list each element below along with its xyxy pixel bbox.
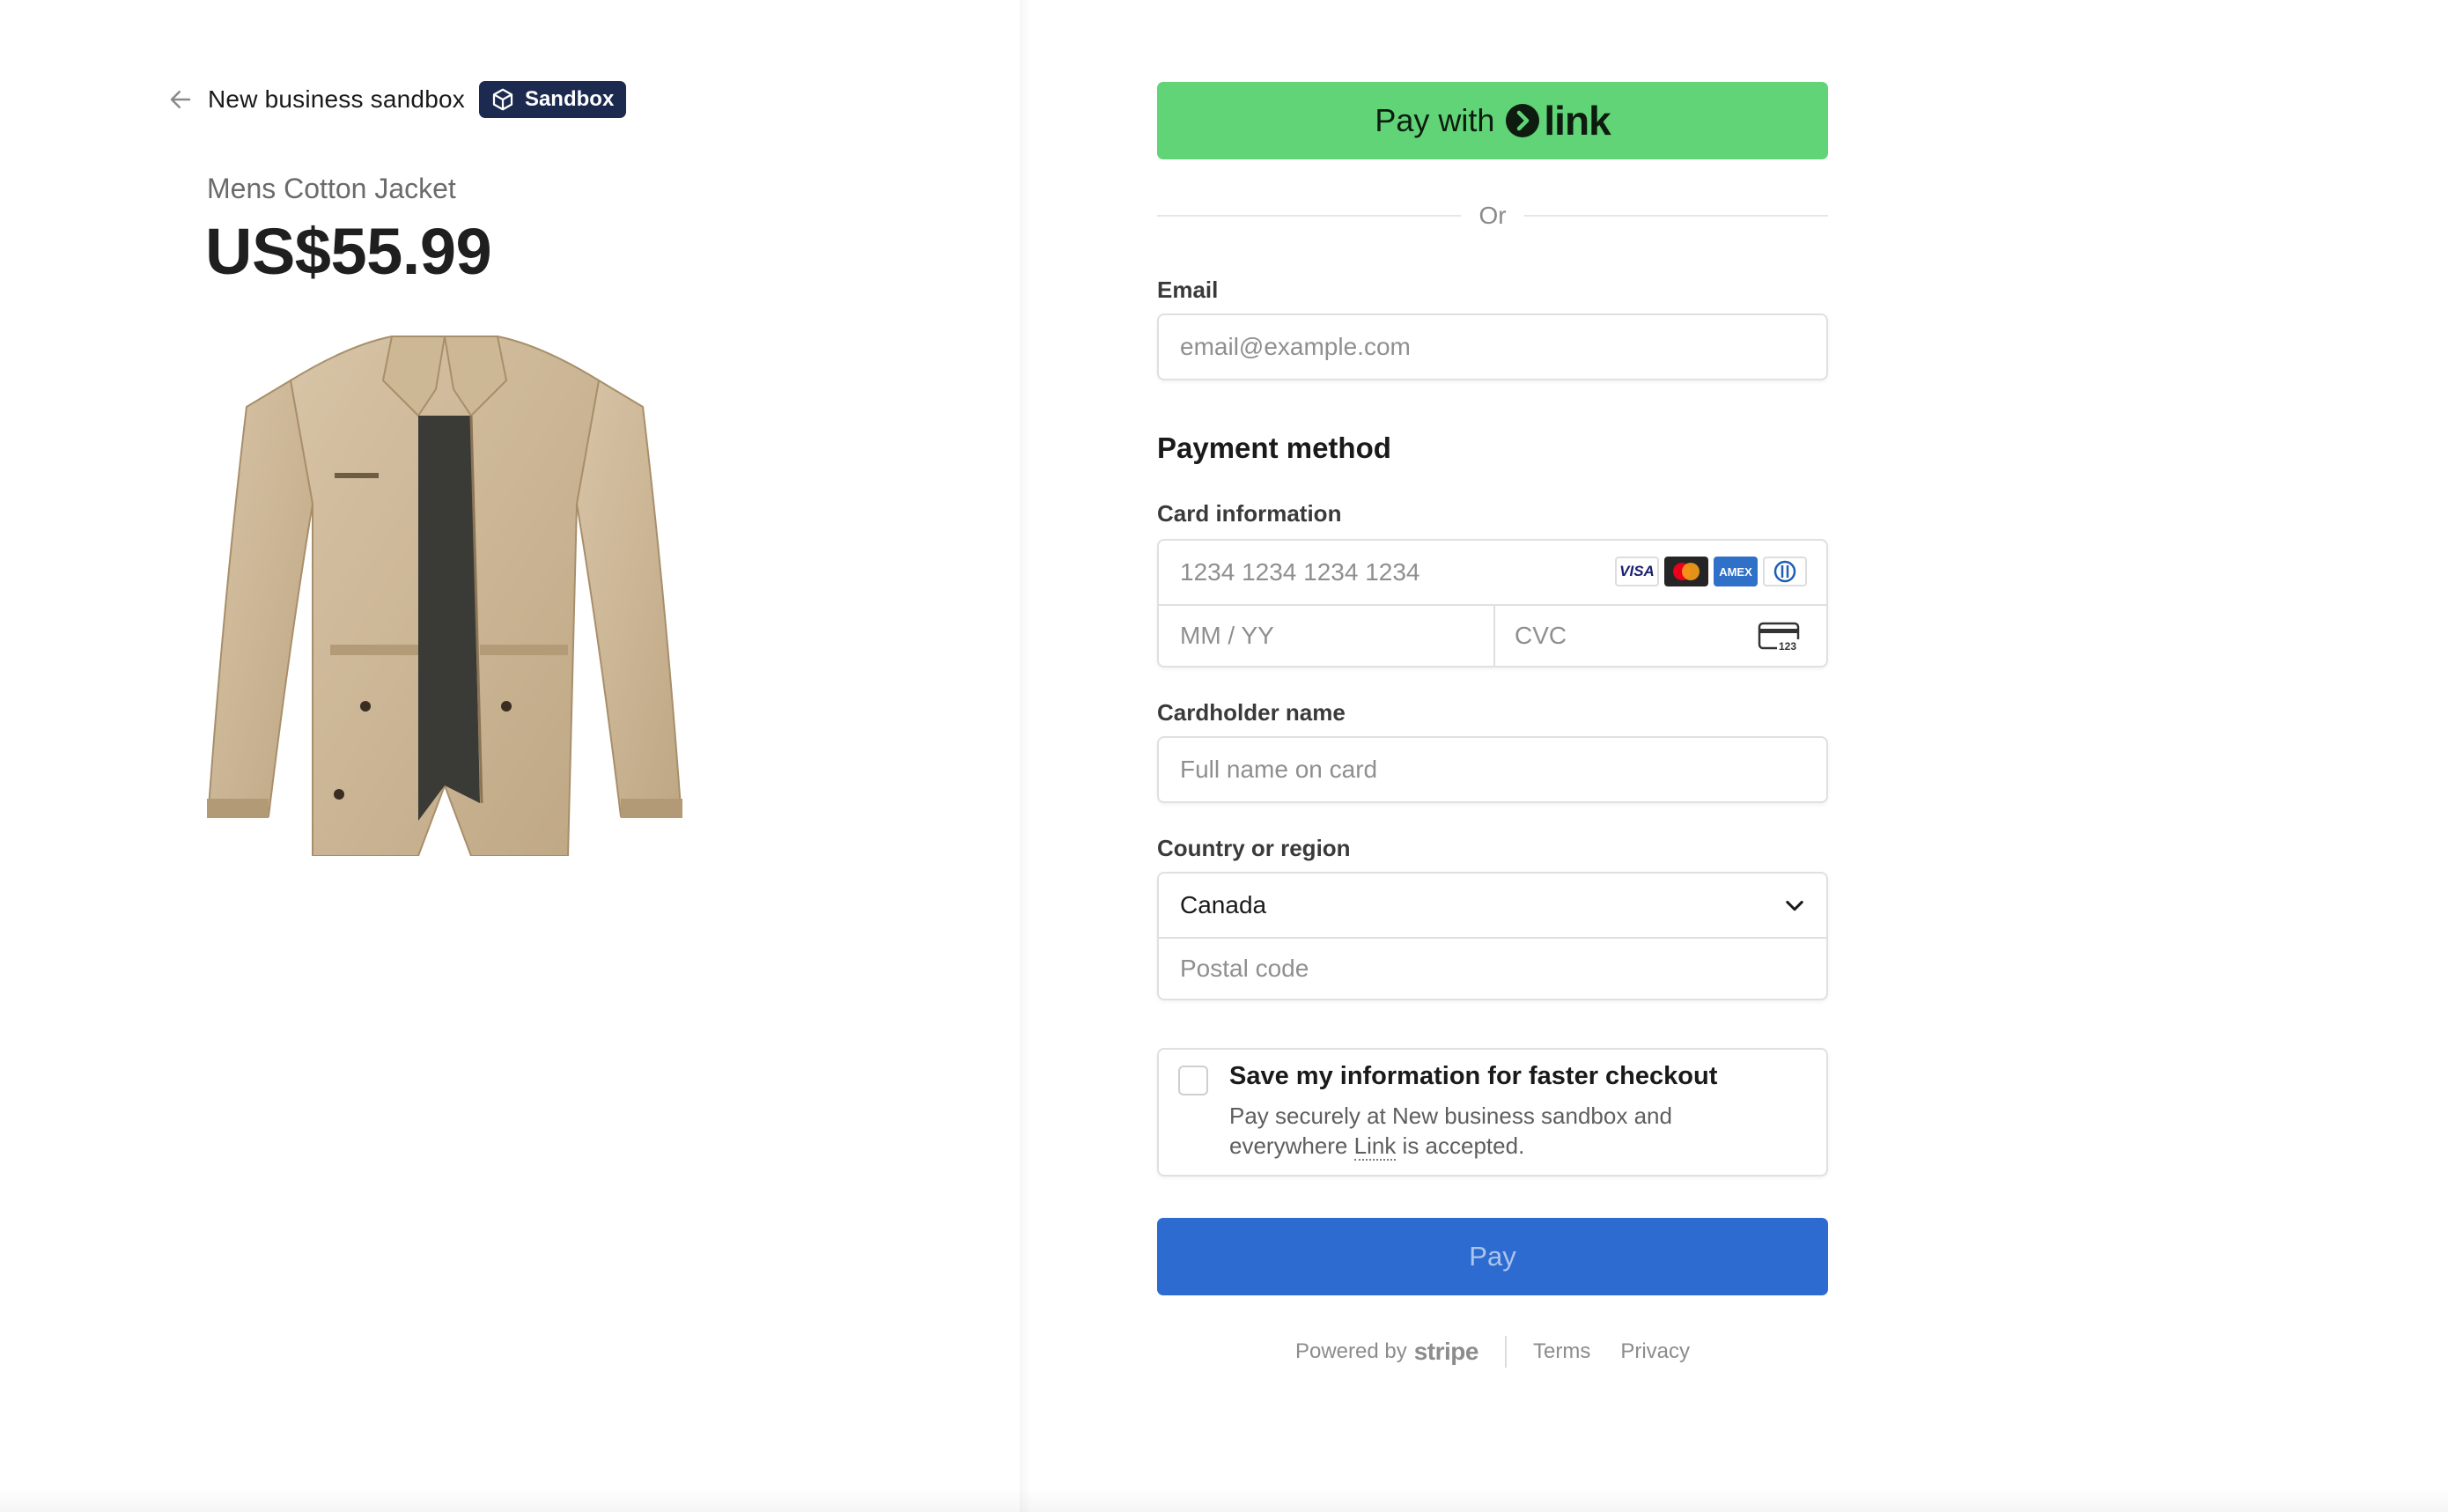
card-information-group: 1234 1234 1234 1234 VISA AMEX MM / YY CV…: [1157, 539, 1828, 667]
country-label: Country or region: [1157, 835, 1351, 861]
powered-by-stripe-link[interactable]: Powered by stripe: [1294, 1338, 1479, 1366]
card-number-placeholder: 1234 1234 1234 1234: [1180, 558, 1420, 586]
or-divider-line-right: [1523, 215, 1829, 217]
card-cvc-placeholder: CVC: [1515, 622, 1567, 649]
or-divider: Or: [1157, 198, 1829, 233]
card-information-label: Card information: [1157, 500, 1342, 527]
jacket-image: [207, 336, 682, 856]
or-divider-label: Or: [1478, 202, 1507, 229]
card-expiry-placeholder: MM / YY: [1180, 622, 1274, 649]
cardholder-name-label: Cardholder name: [1157, 699, 1346, 726]
arrow-left-icon: [170, 91, 191, 108]
cvc-card-icon: 123: [1758, 622, 1802, 653]
privacy-link[interactable]: Privacy: [1620, 1339, 1690, 1364]
business-name: New business sandbox: [208, 85, 465, 113]
checkout-page: New business sandbox Sandbox Mens Cotton…: [0, 0, 2448, 1512]
email-placeholder: email@example.com: [1180, 333, 1411, 360]
postal-code-placeholder: Postal code: [1180, 955, 1309, 982]
save-info-checkbox[interactable]: [1178, 1066, 1208, 1095]
country-select[interactable]: Canada: [1159, 874, 1826, 939]
card-cvc-field[interactable]: CVC 123: [1493, 604, 1828, 667]
powered-by-label: Powered by: [1294, 1339, 1407, 1363]
link-info-link[interactable]: Link: [1353, 1132, 1397, 1161]
cardholder-name-field[interactable]: Full name on card: [1157, 736, 1828, 803]
card-expiry-field[interactable]: MM / YY: [1159, 604, 1495, 667]
country-selected-value: Canada: [1180, 891, 1267, 918]
chevron-down-icon: [1786, 900, 1803, 911]
save-info-title: Save my information for faster checkout: [1229, 1062, 1718, 1090]
email-label: Email: [1157, 277, 1219, 303]
sandbox-badge: Sandbox: [478, 81, 627, 118]
email-field[interactable]: email@example.com: [1157, 313, 1828, 380]
bottom-shade: [0, 1488, 2448, 1512]
card-brands: VISA AMEX: [1615, 557, 1807, 586]
stripe-logo: stripe: [1413, 1338, 1479, 1365]
save-info-box: Save my information for faster checkout …: [1157, 1048, 1828, 1176]
save-info-description: Pay securely at New business sandbox and…: [1229, 1101, 1793, 1161]
or-divider-line-left: [1157, 215, 1462, 217]
link-logo: link: [1505, 97, 1611, 144]
country-postal-group: Canada Postal code: [1157, 872, 1828, 1000]
link-logo-text: link: [1544, 98, 1611, 144]
diners-club-icon: [1763, 557, 1807, 586]
terms-link[interactable]: Terms: [1533, 1339, 1590, 1364]
product-price: US$55.99: [205, 215, 492, 288]
pay-with-link-label: Pay with: [1375, 102, 1495, 138]
visa-icon: VISA: [1615, 557, 1659, 586]
pay-with-link-button[interactable]: Pay with link: [1157, 82, 1828, 159]
save-info-desc-end: is accepted.: [1396, 1132, 1525, 1159]
checkout-footer: Powered by stripe Terms Privacy: [1157, 1334, 1828, 1369]
order-summary-pane: New business sandbox Sandbox Mens Cotton…: [0, 0, 1021, 1512]
footer-separator: [1504, 1336, 1507, 1368]
card-number-field[interactable]: 1234 1234 1234 1234 VISA AMEX: [1159, 541, 1826, 606]
pay-button[interactable]: Pay: [1157, 1218, 1828, 1295]
back-button[interactable]: New business sandbox: [167, 85, 465, 114]
cube-icon: [492, 88, 513, 111]
chevron-circle-icon: [1506, 104, 1540, 137]
payment-pane: Pay with link Or Email email@example.com: [1032, 0, 2448, 1512]
product-name: Mens Cotton Jacket: [207, 173, 456, 204]
mastercard-icon: [1664, 557, 1708, 586]
cvc-icon-digits: 123: [1779, 640, 1796, 653]
pane-divider: [1020, 0, 1032, 1512]
sandbox-badge-label: Sandbox: [524, 87, 615, 111]
cardholder-name-placeholder: Full name on card: [1180, 756, 1378, 783]
postal-code-field[interactable]: Postal code: [1159, 937, 1826, 1000]
amex-icon: AMEX: [1714, 557, 1758, 586]
payment-method-title: Payment method: [1157, 431, 1391, 464]
checkout-header: New business sandbox Sandbox: [167, 77, 627, 122]
